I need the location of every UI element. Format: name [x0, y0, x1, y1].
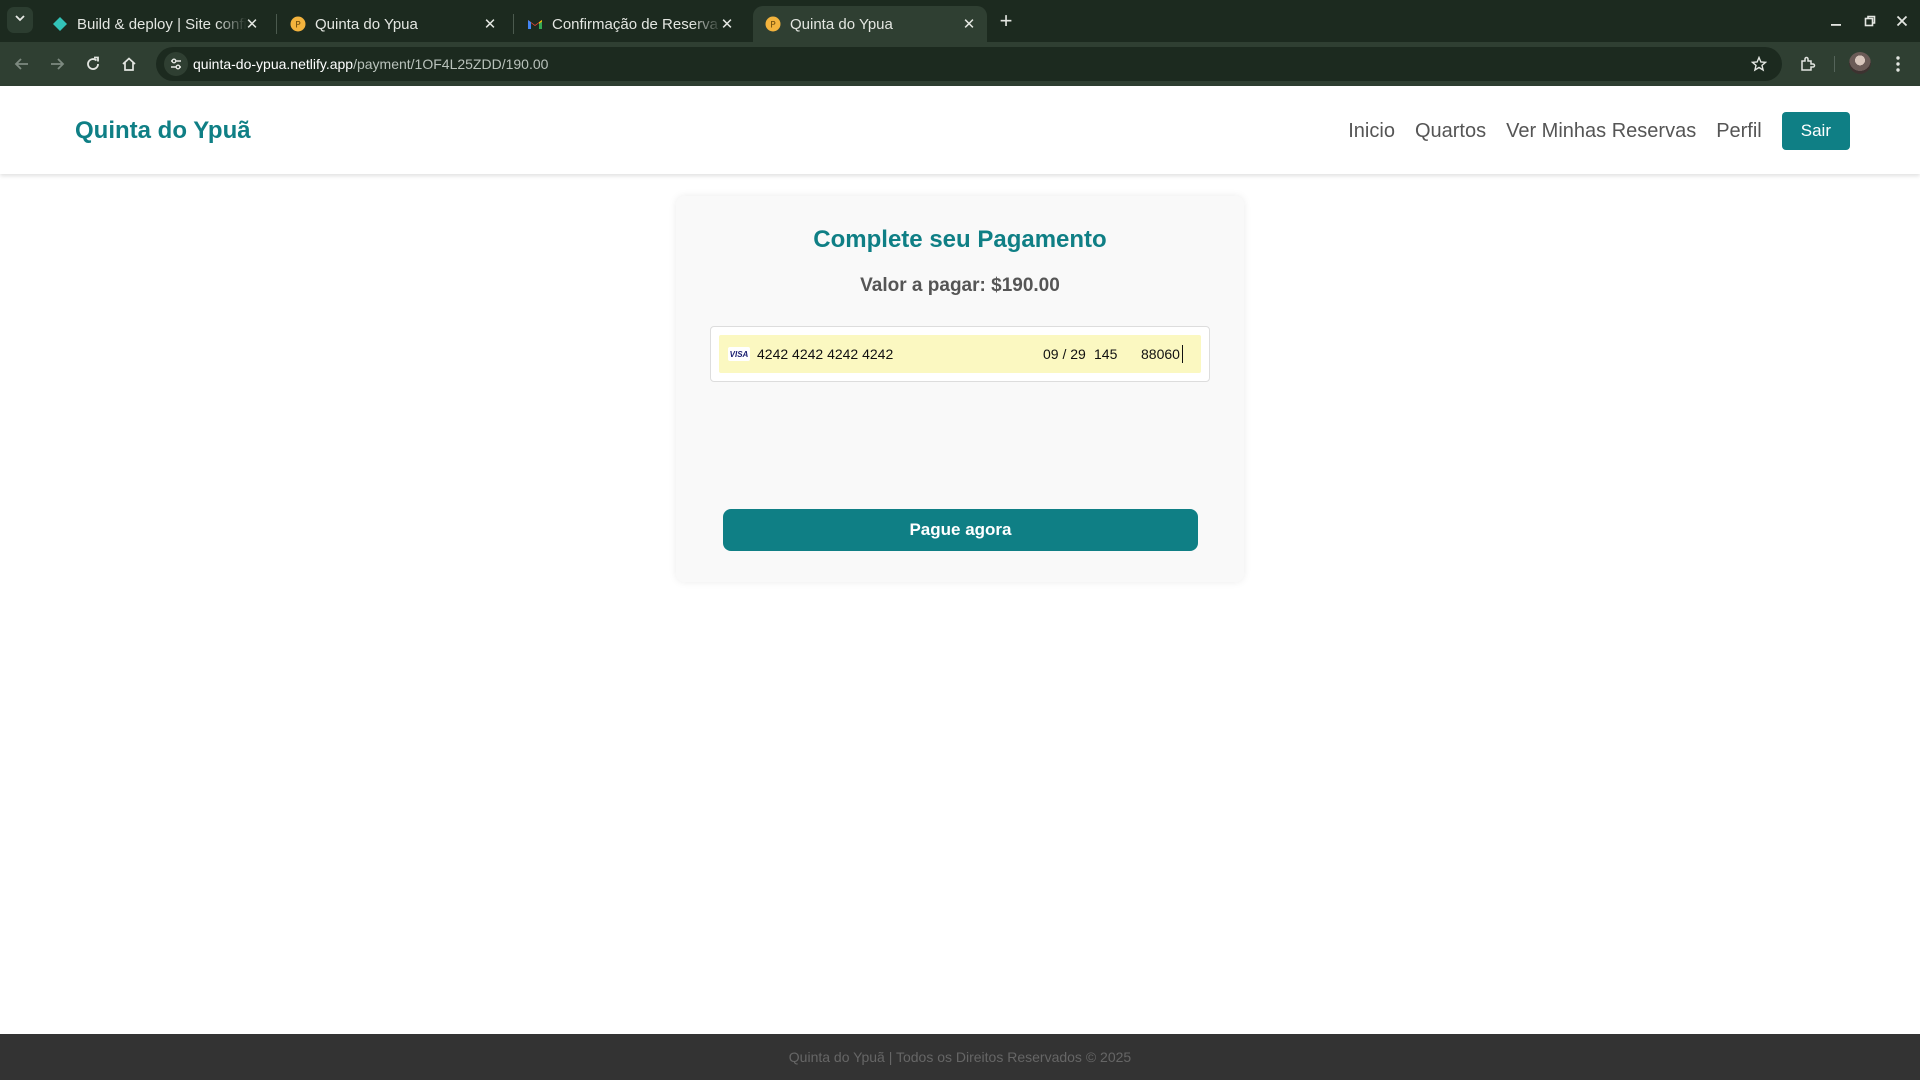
close-icon — [1896, 15, 1908, 27]
nav-link-quartos[interactable]: Quartos — [1415, 120, 1486, 143]
close-window-button[interactable] — [1889, 8, 1915, 34]
chevron-down-icon — [14, 11, 26, 29]
tab-title: Quinta do Ypua — [315, 15, 418, 33]
browser-menu-button[interactable] — [1885, 51, 1911, 77]
bookmark-star-button[interactable] — [1748, 53, 1770, 75]
nav-link-perfil[interactable]: Perfil — [1716, 120, 1762, 143]
extensions-button[interactable] — [1795, 51, 1821, 77]
text-cursor — [1182, 345, 1183, 363]
tab-confirmacao-reserva[interactable]: Confirmação de Reserva ✕ — [515, 6, 745, 42]
card-number-field[interactable]: 4242 4242 4242 4242 — [757, 346, 893, 362]
back-button[interactable] — [7, 49, 37, 79]
forward-button[interactable] — [42, 49, 72, 79]
restore-icon — [1864, 15, 1876, 27]
footer-text: Quinta do Ypuã | Todos os Direitos Reser… — [788, 1049, 1132, 1065]
tune-icon — [171, 58, 181, 70]
url-domain: quinta-do-ypua.netlify.app — [193, 56, 354, 72]
tab-quinta-do-ypua[interactable]: P Quinta do Ypua ✕ — [278, 6, 508, 42]
site-favicon-icon: P — [765, 16, 781, 32]
browser-toolbar: quinta-do-ypua.netlify.app/payment/1OF4L… — [0, 42, 1920, 86]
svg-text:P: P — [295, 21, 301, 31]
payment-card: Complete seu Pagamento Valor a pagar: $1… — [676, 196, 1244, 582]
main-nav: Inicio Quartos Ver Minhas Reservas Perfi… — [1328, 112, 1850, 150]
arrow-right-icon — [51, 58, 65, 70]
more-vertical-icon — [1896, 56, 1900, 72]
amount-text: Valor a pagar: $190.00 — [676, 275, 1244, 297]
home-icon — [122, 57, 136, 71]
tab-quinta-do-ypua-active[interactable]: P Quinta do Ypua ✕ — [753, 6, 987, 42]
visa-card-icon: VISA — [728, 347, 750, 361]
amount-value: $190.00 — [991, 275, 1060, 296]
puzzle-icon — [1801, 56, 1816, 71]
star-icon — [1751, 56, 1767, 72]
card-element-container: VISA 4242 4242 4242 4242 09 / 29 145 880… — [710, 326, 1210, 382]
gmail-icon — [527, 16, 543, 32]
close-icon[interactable]: ✕ — [482, 16, 498, 33]
svg-text:P: P — [770, 21, 776, 31]
site-logo[interactable]: Quinta do Ypuã — [75, 117, 251, 145]
restore-button[interactable] — [1857, 8, 1883, 34]
site-info-button[interactable] — [164, 52, 188, 76]
tab-search-button[interactable] — [7, 7, 33, 33]
pay-now-button[interactable]: Pague agora — [723, 509, 1198, 551]
plus-icon: + — [999, 8, 1013, 33]
tab-build-deploy[interactable]: Build & deploy | Site configuration ✕ — [40, 6, 270, 42]
minimize-icon — [1831, 24, 1841, 26]
arrow-left-icon — [14, 58, 28, 70]
toolbar-divider — [1834, 56, 1835, 72]
reload-button[interactable] — [78, 49, 108, 79]
close-icon[interactable]: ✕ — [719, 16, 735, 33]
url-path: /payment/1OF4L25ZDD/190.00 — [353, 56, 549, 72]
reload-icon — [87, 56, 99, 70]
netlify-icon — [52, 16, 68, 32]
logout-button[interactable]: Sair — [1781, 112, 1850, 150]
page-content: Quinta do Ypuã Inicio Quartos Ver Minhas… — [0, 86, 1920, 1080]
url-text: quinta-do-ypua.netlify.app/payment/1OF4L… — [193, 56, 548, 72]
site-header: Quinta do Ypuã Inicio Quartos Ver Minhas… — [0, 86, 1920, 174]
card-zip-field[interactable]: 88060 — [1141, 346, 1180, 362]
tab-title: Build & deploy | Site configuration — [77, 15, 247, 33]
address-bar[interactable]: quinta-do-ypua.netlify.app/payment/1OF4L… — [156, 47, 1782, 81]
nav-link-inicio[interactable]: Inicio — [1348, 120, 1395, 143]
payment-title: Complete seu Pagamento — [813, 226, 1107, 253]
site-footer: Quinta do Ypuã | Todos os Direitos Reser… — [0, 1034, 1920, 1080]
profile-avatar[interactable] — [1849, 52, 1871, 74]
browser-tab-strip: Build & deploy | Site configuration ✕ P … — [0, 0, 1920, 42]
tab-divider — [276, 14, 277, 34]
card-cvc-field[interactable]: 145 — [1094, 346, 1117, 362]
amount-label: Valor a pagar: — [860, 275, 986, 296]
card-details-input[interactable]: VISA 4242 4242 4242 4242 09 / 29 145 880… — [719, 335, 1201, 373]
tab-divider — [513, 14, 514, 34]
minimize-button[interactable] — [1823, 8, 1849, 34]
close-icon[interactable]: ✕ — [961, 16, 977, 33]
nav-link-ver-minhas-reservas[interactable]: Ver Minhas Reservas — [1506, 120, 1696, 143]
new-tab-button[interactable]: + — [993, 8, 1019, 34]
tab-title: Confirmação de Reserva — [552, 15, 718, 33]
card-expiry-field[interactable]: 09 / 29 — [1043, 346, 1086, 362]
tab-title: Quinta do Ypua — [790, 15, 893, 33]
site-favicon-icon: P — [290, 16, 306, 32]
home-button[interactable] — [114, 49, 144, 79]
close-icon[interactable]: ✕ — [244, 16, 260, 33]
